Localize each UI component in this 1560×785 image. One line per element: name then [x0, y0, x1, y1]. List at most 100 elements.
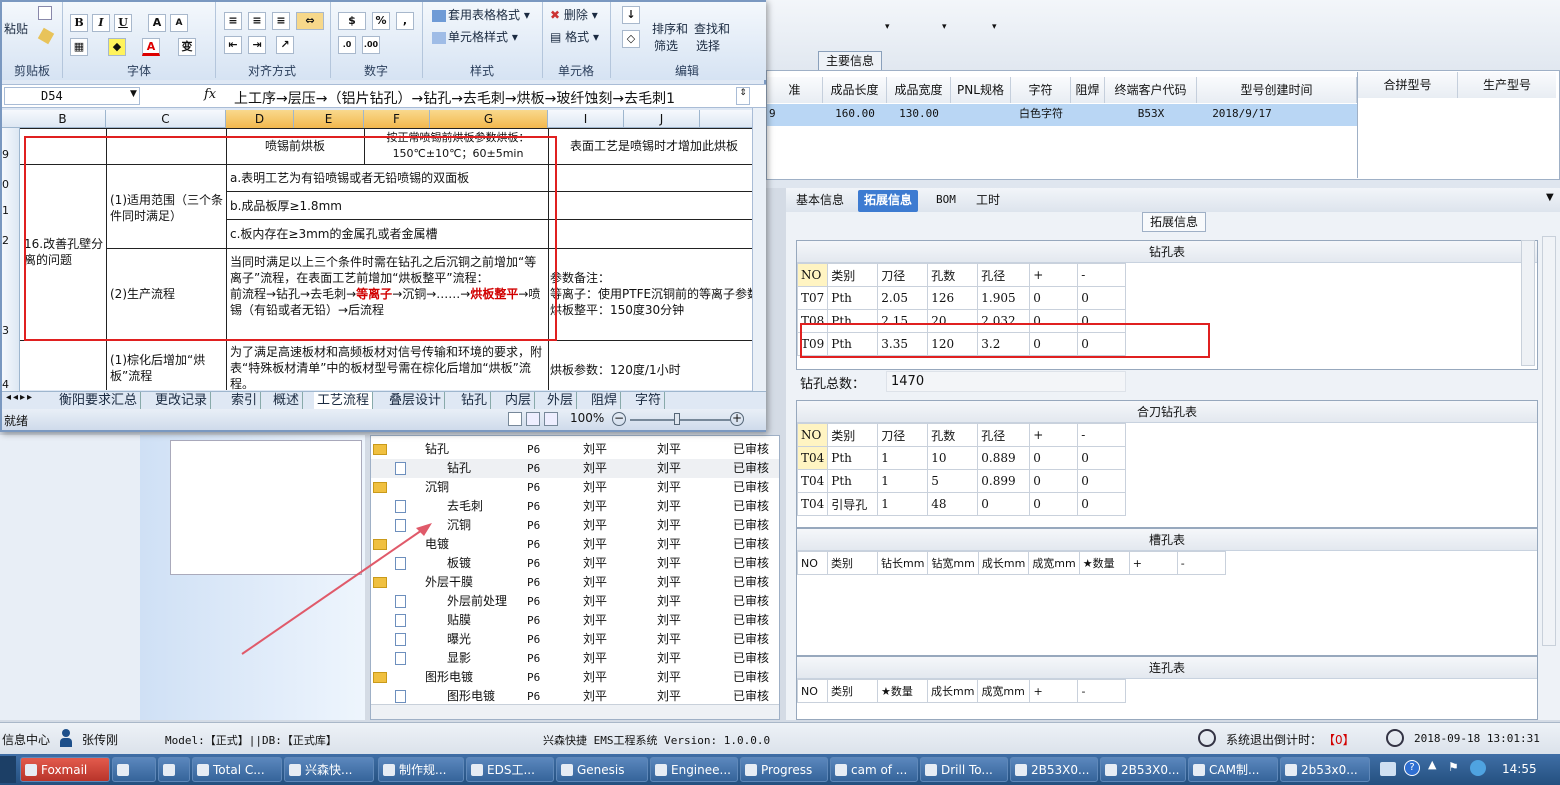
tab-bom[interactable]: BOM	[930, 190, 962, 212]
sheet-nav-arrows-icon[interactable]: ◂◂▸▸	[6, 392, 34, 403]
grid-header[interactable]: 成品宽度	[887, 77, 951, 103]
drill-table-scrollbar[interactable]	[1521, 240, 1535, 366]
tab-basic-info[interactable]: 基本信息	[790, 190, 850, 212]
col-header[interactable]: NO	[796, 423, 829, 447]
dropdown-arrow-icon[interactable]: ▾	[992, 22, 997, 32]
cell-c-next[interactable]: (1)棕化后增加“烘板”流程	[110, 352, 224, 384]
sheet-tab[interactable]: 外层	[544, 392, 578, 409]
taskbar-item[interactable]: Drill To...	[920, 757, 1008, 782]
grid-header[interactable]: 字符	[1011, 77, 1071, 103]
row-header[interactable]: 1	[2, 204, 20, 217]
format-painter-icon[interactable]	[37, 27, 55, 45]
row-header[interactable]: 0	[2, 178, 20, 191]
taskbar-item[interactable]: Genesis	[556, 757, 648, 782]
col-header[interactable]: 刀径	[877, 263, 929, 287]
taskbar-item[interactable]: cam of ...	[830, 757, 918, 782]
col-header[interactable]: NO	[796, 263, 829, 287]
accounting-icon[interactable]: $	[338, 12, 366, 30]
shrink-font-button[interactable]: A	[170, 14, 188, 32]
col-header[interactable]: NO	[797, 551, 828, 575]
tab-extended-info[interactable]: 拓展信息	[858, 190, 919, 212]
phonetic-icon[interactable]: 变	[178, 38, 196, 56]
col-header[interactable]: 成长mm	[926, 679, 979, 703]
table-row[interactable]: T04 Pth 1 5 0.899 0 0	[796, 469, 1127, 493]
col-header[interactable]: ★数量	[877, 679, 928, 703]
align-left-icon[interactable]: ≡	[224, 12, 242, 30]
col-header[interactable]: 钻长mm	[876, 551, 929, 575]
find-select-label-1[interactable]: 查找和	[694, 20, 730, 37]
taskbar-item[interactable]	[112, 757, 156, 782]
grid-row-selected[interactable]: 9 160.00 130.00 白色字符 B53X 2018/9/17	[767, 104, 1357, 126]
table-row[interactable]: T04 Pth 1 10 0.889 0 0	[796, 446, 1127, 470]
flag-icon[interactable]: ⚑	[1448, 760, 1459, 774]
hole-total-field[interactable]: 1470	[886, 371, 1126, 392]
align-right-icon[interactable]: ≡	[272, 12, 290, 30]
column-header[interactable]: C	[106, 110, 226, 128]
fill-color-icon[interactable]: ◆	[108, 38, 126, 56]
column-header[interactable]: I	[548, 110, 624, 128]
row-header[interactable]: 9	[2, 148, 20, 161]
format-as-table-button[interactable]: 套用表格格式 ▾	[432, 6, 530, 23]
sheet-tab[interactable]: 叠层设计	[386, 392, 446, 409]
increase-decimal-icon[interactable]: .0	[338, 36, 356, 54]
zoom-level[interactable]: 100%	[570, 411, 604, 425]
col-header[interactable]: 成宽mm	[1028, 551, 1080, 575]
fill-down-icon[interactable]: ↓	[622, 6, 640, 24]
column-header[interactable]: G	[430, 110, 548, 128]
dropdown-arrow-icon[interactable]: ▾	[885, 22, 890, 32]
name-box[interactable]: D54	[4, 87, 140, 105]
normal-view-icon[interactable]	[508, 412, 522, 426]
italic-button[interactable]: I	[92, 14, 110, 32]
border-icon[interactable]: ▦	[70, 38, 88, 56]
taskbar-item[interactable]: 2b53x0...	[1280, 757, 1370, 782]
row-header[interactable]: 3	[2, 324, 20, 337]
worksheet-scrollbar[interactable]	[752, 108, 766, 392]
tree-node[interactable]: 去毛刺 P6 刘平 刘平 已审核	[371, 497, 779, 516]
taskbar-item[interactable]: 兴森快...	[284, 757, 374, 782]
taskbar-clock[interactable]: 14:55	[1502, 762, 1537, 776]
tray-arrow-icon[interactable]: ▲	[1428, 758, 1436, 771]
function-icon[interactable]: fx	[204, 87, 216, 102]
cell-d-next[interactable]: 为了满足高速板材和高频板材对信号传输和环境的要求，附表“特殊板材清单”中的板材型…	[230, 344, 546, 390]
find-select-label-2[interactable]: 选择	[696, 37, 720, 54]
col-header[interactable]: 孔径	[977, 263, 1031, 287]
increase-indent-icon[interactable]: ⇥	[248, 36, 266, 54]
grid-header[interactable]: 合拼型号	[1358, 72, 1458, 98]
tree-node[interactable]: 钻孔 P6 刘平 刘平 已审核	[371, 440, 779, 459]
decrease-decimal-icon[interactable]: .00	[362, 36, 380, 54]
column-header[interactable]: E	[294, 110, 364, 128]
font-color-icon[interactable]: A	[142, 38, 160, 56]
zoom-in-icon[interactable]: +	[730, 412, 744, 426]
clear-icon[interactable]: ◇	[622, 30, 640, 48]
col-header[interactable]: 类别	[827, 423, 879, 447]
grid-header[interactable]: 阻焊	[1071, 77, 1105, 103]
column-header[interactable]: B	[20, 110, 106, 128]
column-header[interactable]: F	[364, 110, 430, 128]
table-row[interactable]: T07 Pth 2.05 126 1.905 0 0	[796, 286, 1127, 310]
col-header[interactable]: +	[1029, 263, 1079, 287]
cell-i-next[interactable]: 烘板参数：120度/1小时	[550, 362, 752, 378]
splitter[interactable]	[766, 180, 1560, 188]
col-header[interactable]: -	[1077, 679, 1127, 703]
extended-panel-scrollbar[interactable]	[1542, 236, 1556, 646]
col-header[interactable]: -	[1077, 423, 1127, 447]
tree-hscrollbar[interactable]	[371, 704, 779, 719]
delete-button[interactable]: ✖ 删除 ▾	[550, 6, 598, 23]
sheet-tab[interactable]: 钻孔	[458, 392, 492, 409]
col-header[interactable]: +	[1029, 423, 1079, 447]
format-button[interactable]: ▤ 格式 ▾	[550, 28, 599, 45]
zoom-out-icon[interactable]: −	[612, 412, 626, 426]
main-info-tab[interactable]: 主要信息	[818, 51, 882, 71]
tab-work-hours[interactable]: 工时	[970, 190, 1006, 212]
taskbar-item[interactable]	[158, 757, 190, 782]
zoom-slider-thumb[interactable]	[674, 413, 680, 425]
paste-button[interactable]: 粘贴	[4, 20, 28, 37]
column-header[interactable]: J	[624, 110, 700, 128]
copy-icon[interactable]	[38, 6, 52, 20]
table-row[interactable]: T04 引导孔 1 48 0 0 0	[796, 492, 1127, 516]
col-header[interactable]: 类别	[827, 263, 879, 287]
grid-header[interactable]: 成品长度	[823, 77, 887, 103]
col-header[interactable]: NO	[797, 679, 828, 703]
zoom-slider[interactable]	[630, 419, 730, 421]
sheet-tab[interactable]: 字符	[632, 392, 666, 409]
